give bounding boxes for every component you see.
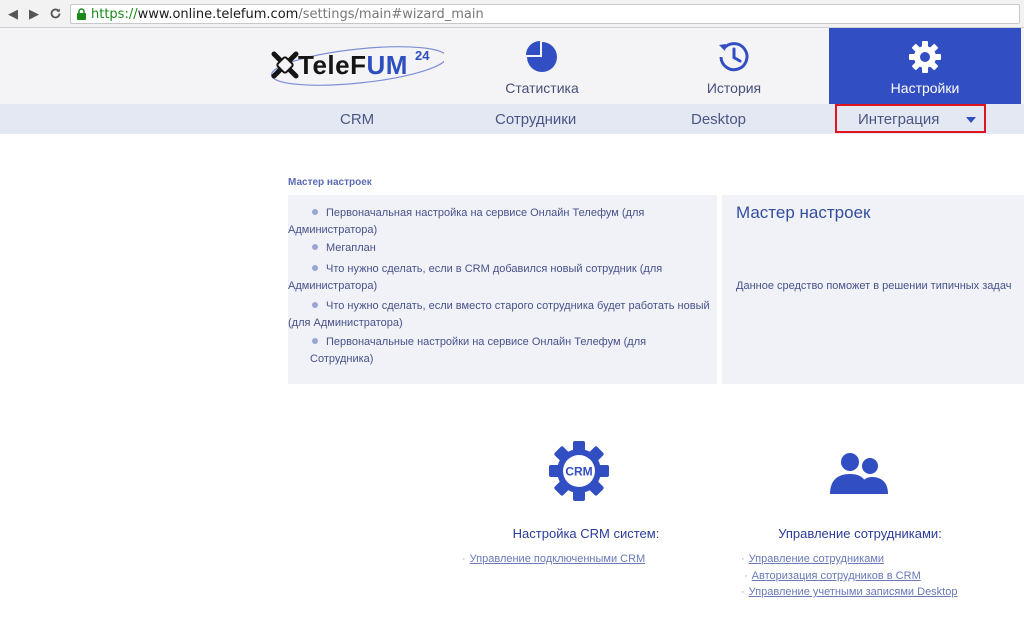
info-title: Мастер настроек: [736, 203, 871, 222]
address-bar[interactable]: https://www.online.telefum.com/settings/…: [70, 4, 1020, 24]
caret-down-icon[interactable]: [966, 117, 976, 123]
back-icon[interactable]: ◀: [5, 6, 21, 22]
crm-block-title: Настройка CRM систем:: [512, 526, 660, 541]
browser-toolbar: ◀ ▶ https://www.online.telefum.com/setti…: [0, 0, 1024, 28]
tab-label: Настройки: [890, 80, 960, 96]
bullet-icon: [312, 265, 318, 271]
info-text: Данное средство поможет в решении типичн…: [736, 280, 1012, 292]
subnav-item-crm[interactable]: CRM: [340, 111, 374, 128]
url-scheme: https://: [91, 6, 138, 22]
link-item[interactable]: · Авторизация сотрудников в CRM: [744, 570, 921, 582]
url-path: /settings/main#wizard_main: [298, 6, 484, 22]
users-icon: [830, 453, 888, 494]
subnav-item-desktop[interactable]: Desktop: [691, 111, 746, 128]
wizard-list-panel: Первоначальная настройка на сервисе Онла…: [288, 195, 717, 384]
subnav-item-employees[interactable]: Сотрудники: [495, 111, 576, 128]
app-header: TeleFUM 24 Статистика История Настройки: [0, 28, 1024, 104]
pie-chart-icon: [526, 41, 557, 72]
manage-crm-link[interactable]: Управление подключенными CRM: [470, 553, 646, 565]
tab-statistics[interactable]: Статистика: [446, 28, 638, 104]
section-caption: Мастер настроек: [288, 177, 372, 188]
tab-history[interactable]: История: [638, 28, 830, 104]
wizard-item[interactable]: Что нужно сделать, если в CRM добавился …: [288, 261, 710, 295]
tab-label: История: [706, 80, 762, 96]
crm-icon-text: CRM: [565, 465, 592, 479]
tab-settings[interactable]: Настройки: [829, 28, 1021, 104]
bullet-icon: [312, 209, 318, 215]
manage-staff-link[interactable]: Управление сотрудниками: [749, 553, 884, 565]
url-host: www.online.telefum.com: [137, 6, 299, 22]
logo-text: TeleFUM: [298, 50, 408, 80]
link-item[interactable]: · Управление сотрудниками: [741, 553, 884, 565]
link-item[interactable]: · Управление учетными записями Desktop: [741, 586, 957, 598]
forward-icon[interactable]: ▶: [26, 6, 42, 22]
logo-superscript: 24: [415, 48, 430, 63]
staff-block-title: Управление сотрудниками:: [778, 526, 942, 541]
gear-icon: [909, 41, 941, 73]
wizard-info-panel: Мастер настроек Данное средство поможет …: [722, 195, 1024, 384]
integration-highlight-box: [835, 104, 986, 133]
lock-icon: [77, 8, 86, 20]
crm-auth-link[interactable]: Авторизация сотрудников в CRM: [752, 570, 921, 582]
bullet-icon: [312, 338, 318, 344]
bullet-icon: [312, 302, 318, 308]
crm-gear-icon: CRM: [549, 441, 609, 501]
wizard-item[interactable]: Первоначальная настройка на сервисе Онла…: [288, 205, 710, 239]
wizard-item[interactable]: Мегаплан: [310, 240, 710, 257]
bullet-icon: [312, 244, 318, 250]
tab-label: Статистика: [505, 80, 579, 96]
reload-icon[interactable]: [47, 6, 63, 22]
wizard-item[interactable]: Первоначальные настройки на сервисе Онла…: [310, 334, 710, 368]
history-icon: [719, 42, 749, 72]
wizard-item[interactable]: Что нужно сделать, если вместо старого с…: [288, 298, 710, 332]
link-item[interactable]: · Управление подключенными CRM: [462, 553, 645, 565]
desktop-accounts-link[interactable]: Управление учетными записями Desktop: [749, 586, 958, 598]
